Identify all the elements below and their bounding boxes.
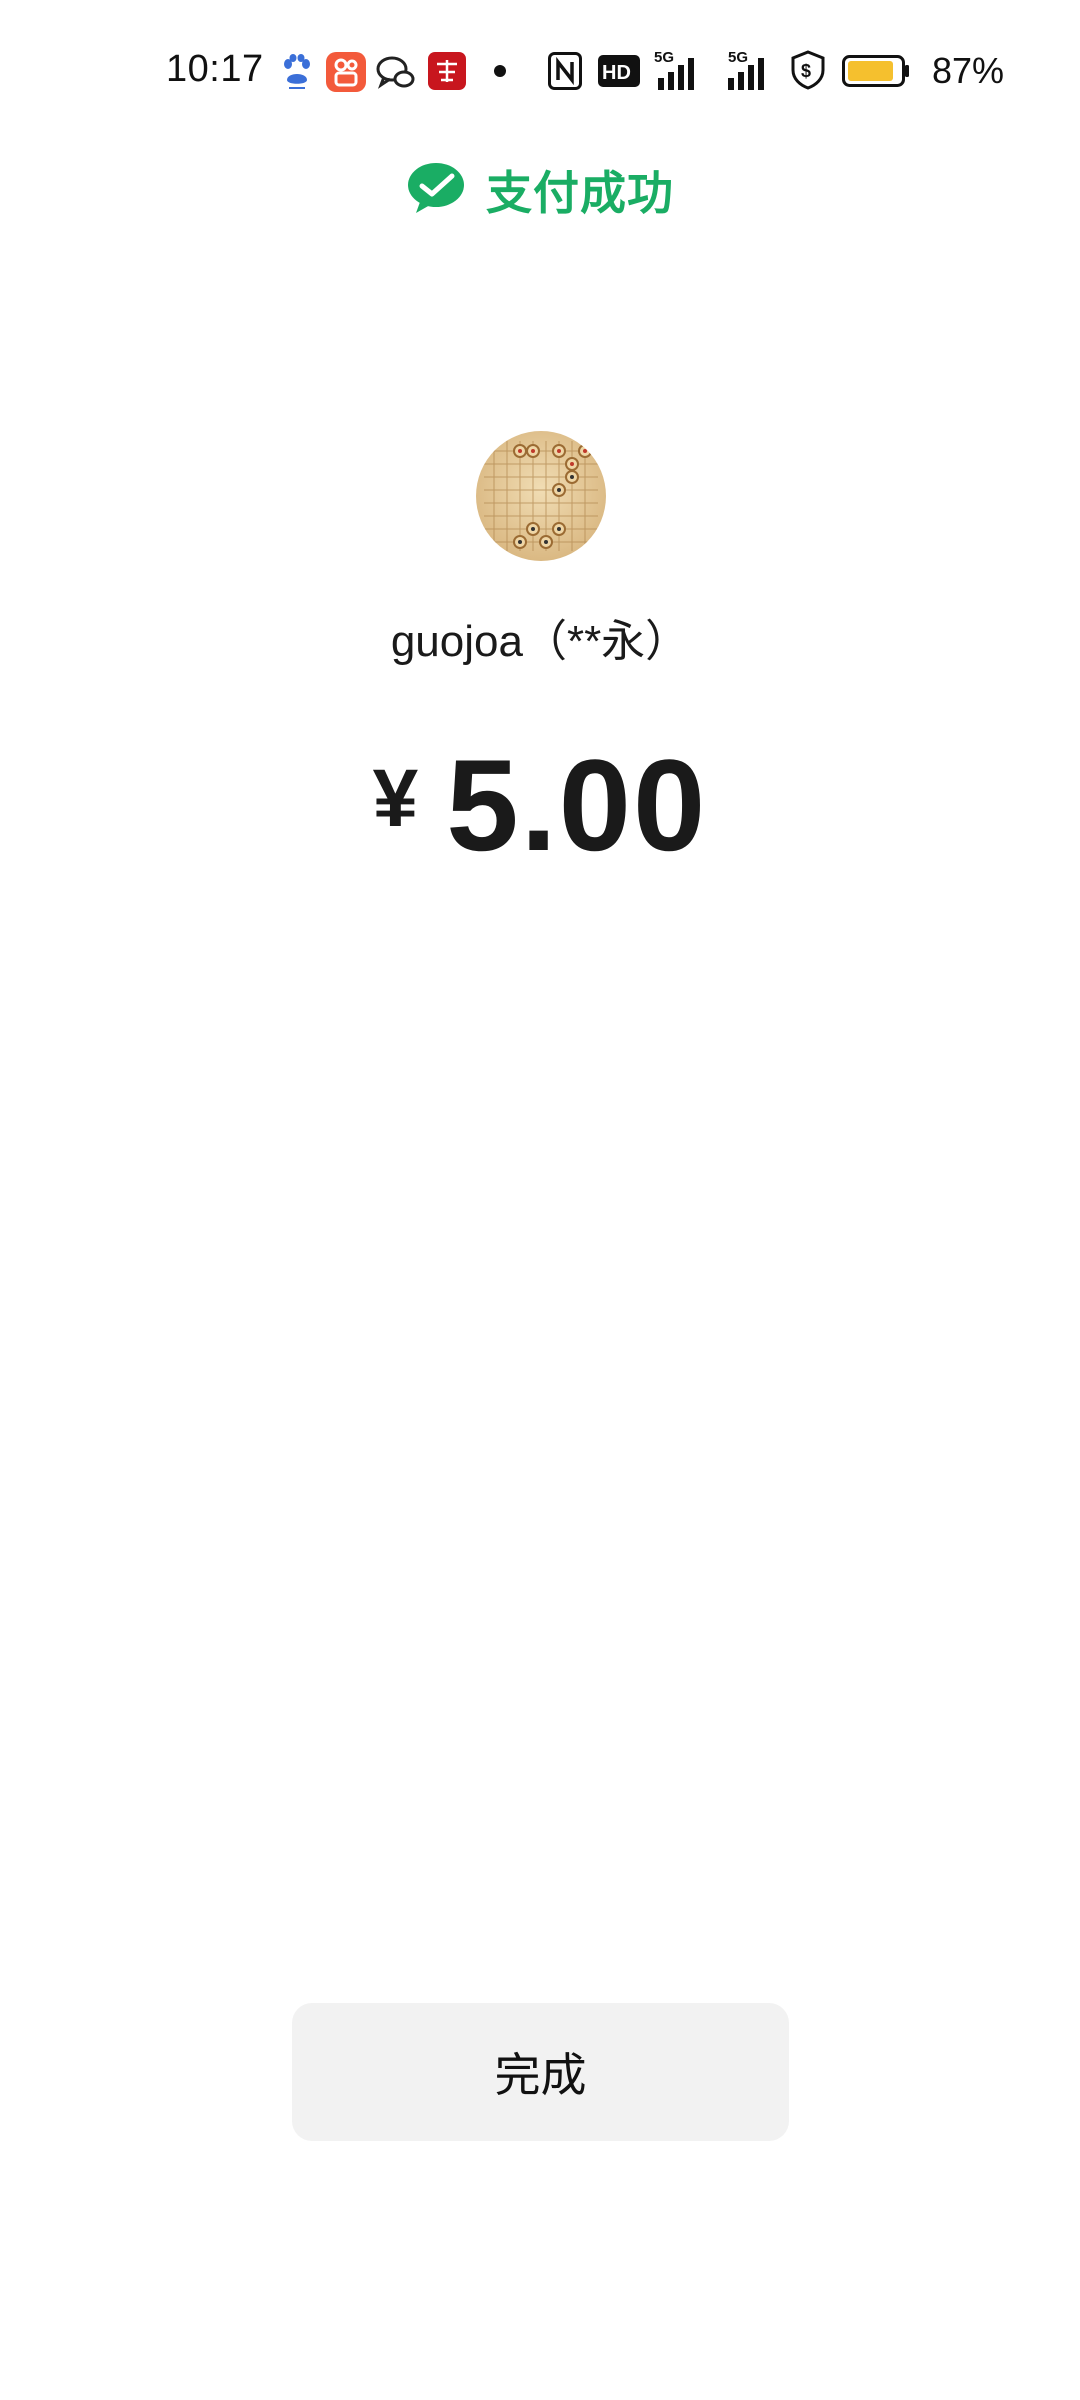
svg-text:5G: 5G xyxy=(728,49,748,66)
payee-avatar xyxy=(476,431,606,561)
svg-text:HD: HD xyxy=(602,62,631,84)
hd-icon: HD xyxy=(598,55,640,92)
svg-text:$: $ xyxy=(801,61,811,81)
security-shield-icon: $ xyxy=(790,50,826,95)
xuexi-icon xyxy=(428,52,466,95)
dot-icon xyxy=(493,64,507,83)
5g-signal-icon: 5G xyxy=(722,48,774,97)
status-time: 10:17 xyxy=(166,48,264,90)
status-bar: 10:17 HD 5G 5G $ 87% xyxy=(0,0,1080,140)
payee-name: guojoa（**永） xyxy=(390,617,690,666)
5g-signal-icon: 5G xyxy=(654,48,704,97)
chess-board-avatar-icon xyxy=(476,431,606,561)
page-title: 支付成功 xyxy=(486,167,674,219)
svg-text:5G: 5G xyxy=(654,49,674,66)
battery-percent: 87% xyxy=(932,50,1005,91)
kuaishou-icon xyxy=(326,52,366,97)
payment-amount: ¥ 5.00 xyxy=(0,730,1080,880)
nfc-icon xyxy=(548,52,582,95)
done-button[interactable]: 完成 xyxy=(292,2003,789,2141)
amount-value: 5.00 xyxy=(446,732,708,878)
baidu-icon xyxy=(280,54,314,95)
payment-status-header: 支付成功 xyxy=(0,150,1080,230)
wechat-pay-icon xyxy=(406,162,466,219)
battery-icon xyxy=(842,55,910,92)
currency-symbol: ¥ xyxy=(372,753,419,844)
wechat-bubble-icon xyxy=(376,54,416,95)
